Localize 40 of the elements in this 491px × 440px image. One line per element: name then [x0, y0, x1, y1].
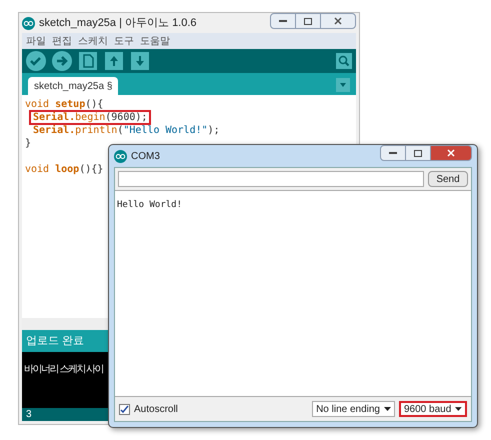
document-icon[interactable]: [78, 51, 98, 71]
window-title: sketch_may25a | 아두이노 1.0.6: [39, 16, 198, 31]
send-button[interactable]: Send: [428, 171, 468, 187]
input-field[interactable]: [118, 171, 424, 187]
maximize-button[interactable]: [296, 13, 320, 29]
code-line: }: [25, 138, 32, 149]
menu-item[interactable]: 도구: [114, 34, 134, 48]
maximize-button[interactable]: [406, 145, 430, 161]
search-icon[interactable]: [336, 53, 352, 69]
minimize-button[interactable]: [270, 13, 296, 29]
menu-item[interactable]: 파일: [26, 34, 46, 48]
close-icon: [447, 149, 455, 157]
dropdown-select[interactable]: 9600 baud: [399, 401, 467, 417]
code-line: void loop(){}: [25, 164, 104, 175]
autoscroll-checkbox[interactable]: [119, 404, 130, 414]
upload-icon[interactable]: [104, 51, 124, 71]
console-text: 바이너리 스케치 사이: [24, 364, 104, 375]
logo-icon: [114, 150, 127, 162]
menu-item[interactable]: 도움말: [140, 34, 170, 48]
caret-icon: [455, 407, 462, 411]
checkbox-label: Autoscroll: [134, 402, 179, 416]
caret-icon: [384, 407, 391, 411]
window-title: COM3: [131, 150, 161, 164]
menu-item[interactable]: 편집: [52, 34, 72, 48]
dropdown-select[interactable]: No line ending: [312, 401, 395, 417]
status-text: 업로드 완료: [26, 334, 84, 349]
sketch-tab[interactable]: sketch_may25a §: [28, 77, 118, 95]
code-line: void setup(){: [25, 99, 104, 110]
menu-item[interactable]: 스케치: [78, 34, 108, 48]
close-button[interactable]: [320, 13, 356, 29]
logo-icon: [22, 16, 35, 30]
checkmark-icon[interactable]: [26, 51, 46, 71]
download-icon[interactable]: [130, 51, 150, 71]
minimize-button[interactable]: [380, 145, 406, 161]
dropdown-icon[interactable]: [336, 78, 350, 92]
close-button[interactable]: [430, 145, 472, 161]
code-line: Serial.println("Hello World!");: [33, 125, 220, 136]
output-text: Hello World!: [117, 200, 182, 210]
close-icon: [334, 17, 342, 25]
line-number: 3: [26, 408, 32, 422]
